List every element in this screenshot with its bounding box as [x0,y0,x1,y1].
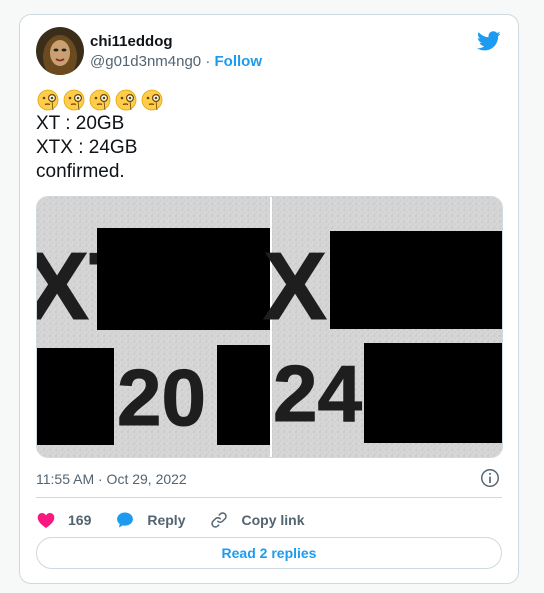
media-right-bottom-text: 24 [273,349,362,438]
user-handle[interactable]: @g01d3nm4ng0 [90,53,201,70]
reply-button[interactable]: Reply [115,510,185,530]
media-right-top-text: X [263,233,327,340]
action-bar: 169 Reply Copy link [36,509,305,531]
display-name[interactable]: chi11eddog [90,33,173,51]
read-replies-button[interactable]: Read 2 replies [36,537,502,569]
like-count: 169 [68,512,92,528]
like-button[interactable]: 169 [36,510,91,530]
monocle-face-icon [141,89,163,111]
monocle-face-icon [63,89,85,111]
separator-dot: · [205,53,211,70]
emoji-row [36,88,496,112]
copy-link-button[interactable]: Copy link [209,510,305,530]
monocle-face-icon [37,89,59,111]
handle-row: @g01d3nm4ng0 · Follow [90,53,262,71]
link-icon [211,512,228,528]
reply-label: Reply [147,512,186,528]
tweet-line: confirmed. [36,161,125,182]
copy-link-label: Copy link [241,512,305,528]
tweet-timestamp[interactable]: 11:55 AM · Oct 29, 2022 [36,470,187,488]
info-icon[interactable] [479,467,501,489]
avatar[interactable] [36,27,84,75]
follow-link[interactable]: Follow [215,53,263,70]
media-left-bottom-text: 20 [117,353,206,442]
monocle-face-icon [89,89,111,111]
tweet-text: XT : 20GB XTX : 24GB confirmed. [36,88,496,184]
divider [36,497,502,498]
tweet-card: chi11eddog @g01d3nm4ng0 · Follow XT: 20… [19,14,519,584]
heart-icon [37,513,55,528]
monocle-face-icon [115,89,137,111]
tweet-media-image[interactable]: XT 20 X 24 [36,196,503,458]
tweet-line: XT : 20GB [36,113,125,134]
reply-bubble-icon [117,512,134,528]
twitter-bird-icon[interactable] [477,29,501,53]
tweet-line: XTX : 24GB [36,137,138,158]
